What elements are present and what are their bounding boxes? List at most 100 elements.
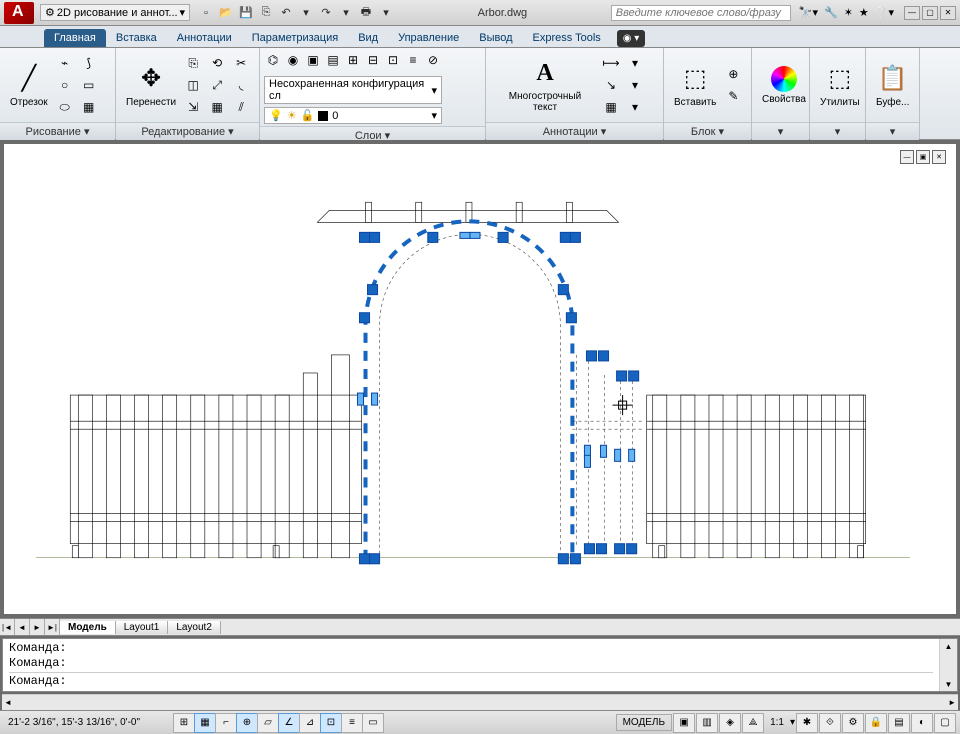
panel-title-clip[interactable]: ▾ <box>866 122 919 140</box>
doc-restore-icon[interactable]: ▣ <box>916 150 930 164</box>
hatch-icon[interactable]: ▦ <box>78 97 100 117</box>
tab-express[interactable]: Express Tools <box>523 29 611 47</box>
otrack-icon[interactable]: ∠ <box>278 713 300 733</box>
create-block-icon[interactable]: ⊕ <box>722 64 744 84</box>
edit-block-icon[interactable]: ✎ <box>722 86 744 106</box>
minimize-button[interactable]: — <box>904 6 920 20</box>
panel-title-props[interactable]: ▾ <box>752 122 809 140</box>
chevron-down-icon[interactable]: ▾ <box>624 53 646 73</box>
layer-icon[interactable]: ◉ <box>284 50 302 70</box>
exchange-icon[interactable]: ✶ <box>844 6 853 19</box>
layer-combo[interactable]: 💡 ☀ 🔓 0▾ <box>264 107 442 124</box>
chevron-down-icon[interactable]: ▾ <box>378 5 394 21</box>
ellipse-icon[interactable]: ⬭ <box>54 97 76 117</box>
layer-icon[interactable]: ▣ <box>304 50 322 70</box>
tab-last-icon[interactable]: ►| <box>45 619 60 635</box>
ws-icon[interactable]: ⚙ <box>842 713 864 733</box>
layout-tab-2[interactable]: Layout2 <box>168 621 221 634</box>
table-icon[interactable]: ▦ <box>600 97 622 117</box>
save-icon[interactable]: 💾 <box>238 5 254 21</box>
hardware-icon[interactable]: ▤ <box>888 713 910 733</box>
clipboard-button[interactable]: 📋 Буфе... <box>870 50 915 120</box>
star-icon[interactable]: ★ <box>859 6 869 19</box>
scroll-down-icon[interactable]: ▼ <box>940 677 957 691</box>
trim-icon[interactable]: ✂ <box>230 53 252 73</box>
panel-title-modify[interactable]: Редактирование ▾ <box>116 122 259 140</box>
rect-icon[interactable]: ▭ <box>78 75 100 95</box>
coords-display[interactable]: 21'-2 3/16", 15'-3 13/16", 0'-0" <box>4 717 174 728</box>
new-icon[interactable]: ▫ <box>198 5 214 21</box>
layout-quick2-icon[interactable]: ▥ <box>696 713 718 733</box>
layer-icon[interactable]: ≡ <box>404 50 422 70</box>
chevron-down-icon[interactable]: ▾ <box>338 5 354 21</box>
osnap-icon[interactable]: ▱ <box>257 713 279 733</box>
arc-icon[interactable]: ⟆ <box>78 53 100 73</box>
tab-output[interactable]: Вывод <box>469 29 522 47</box>
tab-view[interactable]: Вид <box>348 29 388 47</box>
offset-icon[interactable]: ⫽ <box>230 97 252 117</box>
polyline-icon[interactable]: ⌁ <box>54 53 76 73</box>
rotate-icon[interactable]: ⟲ <box>206 53 228 73</box>
tab-manage[interactable]: Управление <box>388 29 469 47</box>
copy-icon[interactable]: ⎘ <box>182 53 204 73</box>
move-button[interactable]: ✥ Перенести <box>120 50 182 120</box>
tab-annotate[interactable]: Аннотации <box>167 29 242 47</box>
annoscale-icon[interactable]: ⟁ <box>742 713 764 733</box>
layout-tab-1[interactable]: Layout1 <box>116 621 169 634</box>
help-icon[interactable]: ❔▾ <box>875 6 894 19</box>
command-hscroll[interactable] <box>2 694 958 710</box>
tab-parametric[interactable]: Параметризация <box>242 29 348 47</box>
chevron-down-icon[interactable]: ▾ <box>624 97 646 117</box>
undo-icon[interactable]: ↶ <box>278 5 294 21</box>
nav-icon[interactable]: ◈ <box>719 713 741 733</box>
print-icon[interactable]: 🖶 <box>358 5 374 21</box>
wrench-icon[interactable]: 🔧 <box>824 6 838 19</box>
tab-prev-icon[interactable]: ◄ <box>15 619 30 635</box>
grid-icon[interactable]: ▦ <box>194 713 216 733</box>
lwt-icon[interactable]: ≡ <box>341 713 363 733</box>
isolate-icon[interactable]: ◐ <box>911 713 933 733</box>
tab-insert[interactable]: Вставка <box>106 29 167 47</box>
properties-button[interactable]: Свойства <box>756 50 812 120</box>
panel-title-annot[interactable]: Аннотации ▾ <box>486 122 663 140</box>
dyn-icon[interactable]: ⊡ <box>320 713 342 733</box>
doc-close-icon[interactable]: ✕ <box>932 150 946 164</box>
layout-tab-model[interactable]: Модель <box>60 621 116 634</box>
search-input[interactable] <box>611 5 791 21</box>
scale-label[interactable]: 1:1 <box>766 717 788 728</box>
array-icon[interactable]: ▦ <box>206 97 228 117</box>
panel-title-draw[interactable]: Рисование ▾ <box>0 122 115 140</box>
panel-title-utils[interactable]: ▾ <box>810 122 865 140</box>
layer-icon[interactable]: ⊟ <box>364 50 382 70</box>
scroll-up-icon[interactable]: ▲ <box>940 639 957 653</box>
insert-button[interactable]: ⬚ Вставить <box>668 50 722 120</box>
saveas-icon[interactable]: ⎘ <box>258 5 274 21</box>
binoculars-icon[interactable]: 🔭▾ <box>799 6 818 19</box>
line-button[interactable]: ╱ Отрезок <box>4 50 54 120</box>
layer-state-combo[interactable]: Несохраненная конфигурация сл▾ <box>264 76 442 104</box>
layer-icon[interactable]: ▤ <box>324 50 342 70</box>
drawing-canvas[interactable]: — ▣ ✕ <box>4 144 956 614</box>
dim-icon[interactable]: ⟼ <box>600 53 622 73</box>
open-icon[interactable]: 📂 <box>218 5 234 21</box>
layer-icon[interactable]: ⊡ <box>384 50 402 70</box>
qp-icon[interactable]: ▭ <box>362 713 384 733</box>
tab-home[interactable]: Главная <box>44 29 106 47</box>
utilities-button[interactable]: ⬚ Утилиты <box>814 50 866 120</box>
clean-icon[interactable]: ▢ <box>934 713 956 733</box>
model-button[interactable]: МОДЕЛЬ <box>616 714 672 731</box>
maximize-button[interactable]: ▢ <box>922 6 938 20</box>
lock-ui-icon[interactable]: 🔒 <box>865 713 887 733</box>
chevron-down-icon[interactable]: ▾ <box>298 5 314 21</box>
layer-prop-icon[interactable]: ⌬ <box>264 50 282 70</box>
annoauto-icon[interactable]: ⟐ <box>819 713 841 733</box>
redo-icon[interactable]: ↷ <box>318 5 334 21</box>
stretch-icon[interactable]: ⇲ <box>182 97 204 117</box>
layer-icon[interactable]: ⊞ <box>344 50 362 70</box>
scale-icon[interactable]: ⤢ <box>206 75 228 95</box>
tab-extra[interactable]: ◉ ▾ <box>617 30 646 47</box>
panel-title-block[interactable]: Блок ▾ <box>664 122 751 140</box>
polar-icon[interactable]: ⊕ <box>236 713 258 733</box>
command-window[interactable]: Команда: Команда: Команда: ▲▼ <box>2 638 958 692</box>
leader-icon[interactable]: ↘ <box>600 75 622 95</box>
